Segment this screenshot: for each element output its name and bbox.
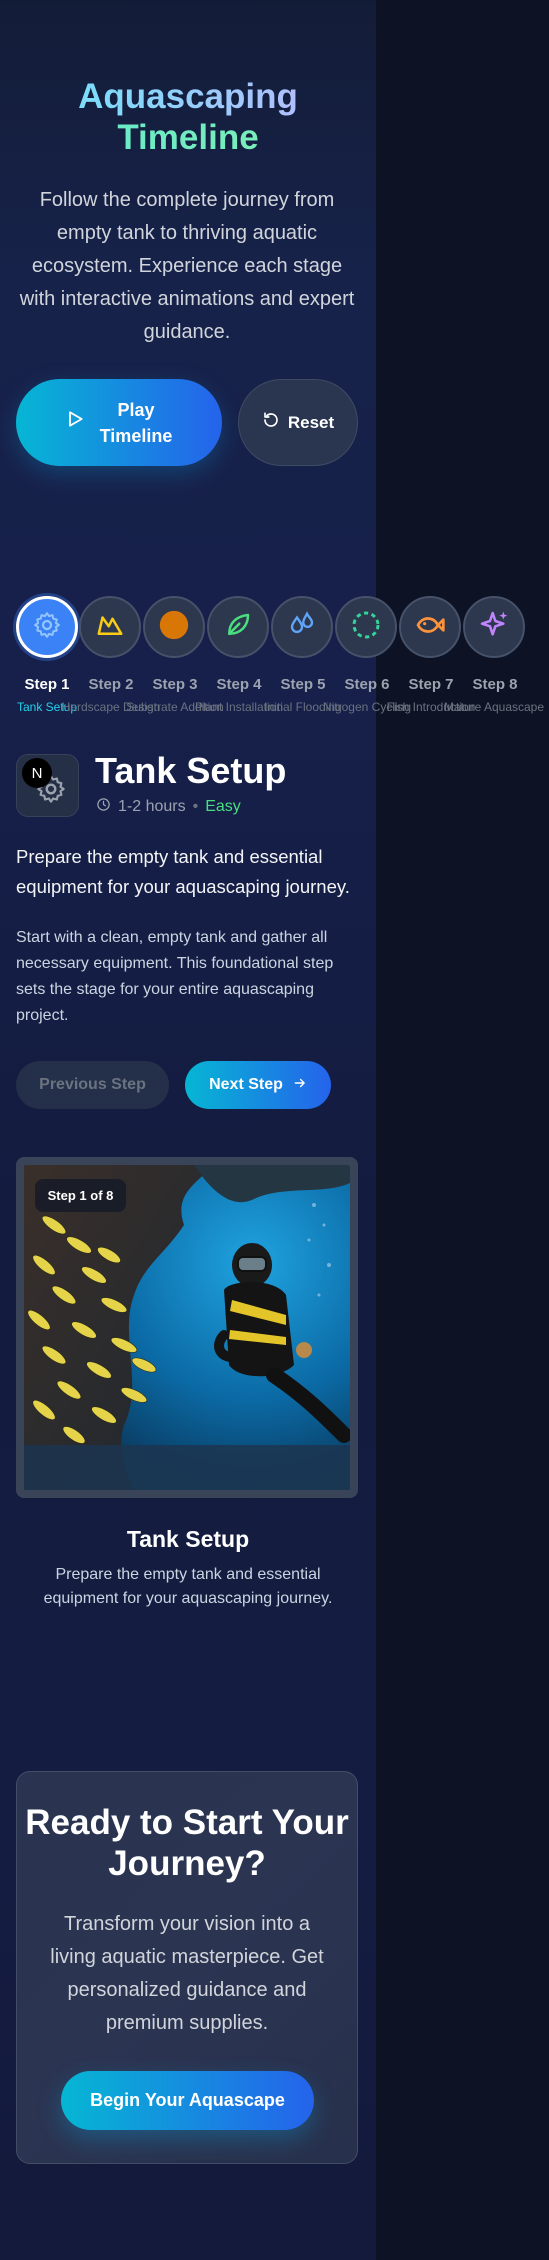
step-number-5: Step 5 xyxy=(280,676,326,693)
step-number-3: Step 3 xyxy=(152,676,198,693)
substrate-circle-icon xyxy=(157,608,191,646)
play-icon xyxy=(65,409,85,436)
page-background-right xyxy=(376,0,549,2260)
reset-icon xyxy=(262,411,280,434)
meta-separator: • xyxy=(192,798,199,815)
clock-icon xyxy=(96,797,111,817)
reset-label: Reset xyxy=(287,412,335,432)
step-button-7[interactable] xyxy=(399,596,461,658)
detail-title: Tank Setup xyxy=(95,750,287,791)
detail-difficulty: Easy xyxy=(205,798,241,815)
detail-meta: 1-2 hours • Easy xyxy=(96,797,241,817)
hero-description: Follow the complete journey from empty t… xyxy=(19,189,355,343)
image-caption-title: Tank Setup xyxy=(126,1526,250,1552)
hero-title-line1: Aquascaping xyxy=(0,76,376,117)
diver-photo-illustration xyxy=(24,1165,350,1490)
step-name-8: Mature Aquascape xyxy=(443,700,545,714)
fish-icon xyxy=(414,609,446,645)
play-timeline-label: Play Timeline xyxy=(99,399,173,446)
step-button-3[interactable] xyxy=(143,596,205,658)
detail-body: Start with a clean, empty tank and gathe… xyxy=(16,929,334,1024)
detail-duration: 1-2 hours xyxy=(118,798,186,815)
step-button-4[interactable] xyxy=(207,596,269,658)
next-step-label: Next Step xyxy=(209,1076,283,1093)
sparkles-icon xyxy=(478,609,510,645)
step-number-1: Step 1 xyxy=(24,676,70,693)
step-number-8: Step 8 xyxy=(472,676,518,693)
cta-description: Transform your vision into a living aqua… xyxy=(50,1913,324,2034)
cta-title: Ready to Start Your Journey? xyxy=(25,1803,349,1883)
droplets-icon xyxy=(287,610,317,644)
step-button-1[interactable] xyxy=(16,596,78,658)
step-button-5[interactable] xyxy=(271,596,333,658)
cycle-dashed-icon xyxy=(350,609,382,645)
framework-badge[interactable]: N xyxy=(22,758,52,788)
reset-button[interactable]: Reset xyxy=(238,379,358,466)
step-button-6[interactable] xyxy=(335,596,397,658)
step-image: Step 1 of 8 xyxy=(24,1165,350,1490)
leaf-icon xyxy=(223,610,253,644)
step-button-8[interactable] xyxy=(463,596,525,658)
previous-step-button[interactable]: Previous Step xyxy=(16,1061,169,1109)
step-image-frame: Step 1 of 8 xyxy=(16,1157,358,1498)
step-number-6: Step 6 xyxy=(344,676,390,693)
arrow-right-icon xyxy=(293,1076,307,1095)
mountain-icon xyxy=(95,610,125,644)
play-timeline-button[interactable]: Play Timeline xyxy=(16,379,222,466)
hero-title: Aquascaping Timeline xyxy=(0,76,376,158)
step-number-7: Step 7 xyxy=(408,676,454,693)
gear-icon xyxy=(32,610,62,644)
step-number-4: Step 4 xyxy=(216,676,262,693)
step-counter-badge: Step 1 of 8 xyxy=(35,1179,126,1212)
next-step-button[interactable]: Next Step xyxy=(185,1061,331,1109)
hero-title-line2: Timeline xyxy=(0,117,376,158)
detail-lead: Prepare the empty tank and essential equ… xyxy=(16,846,350,897)
image-caption-description: Prepare the empty tank and essential equ… xyxy=(43,1566,333,1607)
step-button-2[interactable] xyxy=(79,596,141,658)
begin-aquascape-button[interactable]: Begin Your Aquascape xyxy=(61,2071,314,2130)
step-number-2: Step 2 xyxy=(88,676,134,693)
